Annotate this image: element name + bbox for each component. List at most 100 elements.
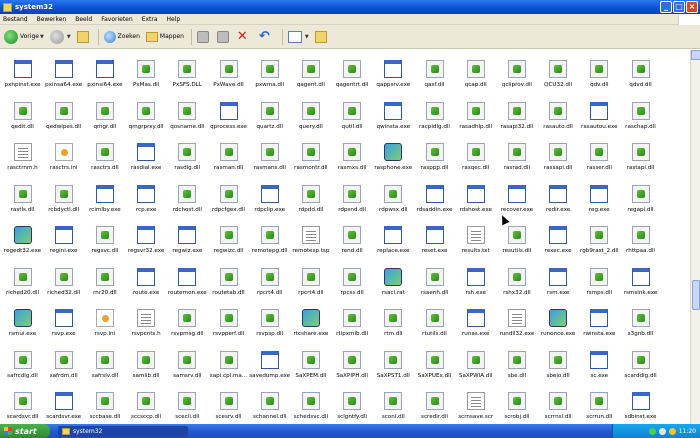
folders-button[interactable]: Mappen [145, 31, 184, 42]
file-item[interactable]: rcbdyctl.dll [43, 175, 84, 213]
file-item[interactable]: scesrv.dll [208, 382, 249, 420]
file-item[interactable]: routetab.dll [208, 258, 249, 296]
file-item[interactable]: sc.exe [579, 341, 620, 379]
file-item[interactable]: schannel.dll [249, 382, 290, 420]
file-item[interactable]: pxwma.dll [249, 50, 290, 88]
file-item[interactable]: rdsaddin.exe [414, 175, 455, 213]
file-item[interactable]: SaXPUEx.dll [414, 341, 455, 379]
file-item[interactable]: schedsvc.dll [290, 382, 331, 420]
folder-options-button[interactable] [314, 30, 329, 43]
file-item[interactable]: qcliprov.dll [496, 50, 537, 88]
file-item[interactable]: PxWave.dll [208, 50, 249, 88]
file-item[interactable]: rshx32.dll [496, 258, 537, 296]
file-item[interactable]: rundll32.exe [496, 299, 537, 337]
file-item[interactable]: reg.exe [579, 175, 620, 213]
file-item[interactable]: regapi.dll [620, 175, 661, 213]
menu-beeld[interactable]: Beeld [75, 16, 92, 23]
file-item[interactable]: rnr20.dll [84, 258, 125, 296]
file-item[interactable]: runas.exe [455, 299, 496, 337]
file-item[interactable]: rhttpaa.dll [620, 216, 661, 254]
file-item[interactable]: qmgr.dll [84, 92, 125, 130]
file-item[interactable]: rtutils.dll [414, 299, 455, 337]
file-item[interactable]: rasppp.dll [414, 133, 455, 171]
menu-bestand[interactable]: Bestand [3, 16, 28, 23]
close-button[interactable]: × [686, 1, 698, 13]
file-item[interactable]: regsvc.dll [84, 216, 125, 254]
copy-to-button[interactable] [216, 30, 231, 43]
file-item[interactable]: rasapi32.dll [496, 92, 537, 130]
file-item[interactable]: rsmui.exe [2, 299, 43, 337]
file-item[interactable]: sconl.dll [373, 382, 414, 420]
file-item[interactable]: sccbase.dll [84, 382, 125, 420]
file-item[interactable]: rasqec.dll [455, 133, 496, 171]
file-item[interactable]: sclgntfy.dll [332, 382, 373, 420]
file-item[interactable]: quartz.dll [249, 92, 290, 130]
file-item[interactable]: rtipxmib.dll [332, 299, 373, 337]
file-item[interactable]: rgb9rast_2.dll [579, 216, 620, 254]
file-item[interactable]: racpldlg.dll [414, 92, 455, 130]
file-item[interactable]: SaXPWIA.dll [455, 341, 496, 379]
file-item[interactable]: PxMas.dll [126, 50, 167, 88]
file-item[interactable]: pxinsi64.exe [84, 50, 125, 88]
menu-bewerken[interactable]: Bewerken [37, 16, 67, 23]
forward-button[interactable]: ▼ [49, 29, 71, 44]
file-item[interactable]: rwinsta.exe [579, 299, 620, 337]
file-item[interactable]: rdpclip.exe [249, 175, 290, 213]
file-item[interactable]: rpcss.dll [332, 258, 373, 296]
file-item[interactable]: redir.exe [538, 175, 579, 213]
file-item[interactable]: rpcrt4.dll [249, 258, 290, 296]
file-item[interactable]: sdbinst.exe [620, 382, 661, 420]
file-item[interactable]: qdvd.dll [620, 50, 661, 88]
file-item[interactable]: s3gnb.dll [620, 299, 661, 337]
file-item[interactable]: QCU32.dll [538, 50, 579, 88]
file-item[interactable]: qwinsta.exe [373, 92, 414, 130]
file-item[interactable]: regini.exe [43, 216, 84, 254]
file-item[interactable]: raschap.dll [620, 92, 661, 130]
file-item[interactable]: routemon.exe [167, 258, 208, 296]
views-button[interactable]: ▼ [287, 30, 309, 43]
file-item[interactable]: qdv.dll [579, 50, 620, 88]
file-item[interactable]: rsmsink.exe [620, 258, 661, 296]
file-item[interactable]: recover.exe [496, 175, 537, 213]
file-item[interactable]: rsvpperf.dll [208, 299, 249, 337]
file-item[interactable]: rsaenh.dll [414, 258, 455, 296]
file-item[interactable]: safrslv.dll [84, 341, 125, 379]
file-item[interactable]: rcp.exe [126, 175, 167, 213]
file-item[interactable]: rasadhlp.dll [455, 92, 496, 130]
back-button[interactable]: Vorige ▼ [4, 29, 44, 44]
file-item[interactable]: qcap.dll [455, 50, 496, 88]
file-item[interactable]: rtm.dll [373, 299, 414, 337]
file-item[interactable]: rasauto.dll [538, 92, 579, 130]
menu-help[interactable]: Help [167, 16, 181, 23]
file-item[interactable]: qedwipes.dll [43, 92, 84, 130]
file-item[interactable]: qagent.dll [290, 50, 331, 88]
file-item[interactable]: results.txt [455, 216, 496, 254]
file-item[interactable]: scardsvr.dll [2, 382, 43, 420]
file-item[interactable]: rasdlg.dll [167, 133, 208, 171]
file-item[interactable]: rsvp.ini [84, 299, 125, 337]
file-item[interactable]: rdpcfgex.dll [208, 175, 249, 213]
file-item[interactable]: rasctrnm.h [2, 133, 43, 171]
file-item[interactable]: rsvpcnts.h [126, 299, 167, 337]
scroll-up-icon[interactable] [691, 50, 700, 60]
file-item[interactable]: rdshost.exe [455, 175, 496, 213]
undo-button[interactable]: ↶ [259, 29, 275, 44]
file-item[interactable]: SaXPEM.dll [290, 341, 331, 379]
minimize-button[interactable]: _ [660, 1, 672, 13]
file-item[interactable]: sapi.cpl.ma... [208, 341, 249, 379]
file-item[interactable]: rdpsnd.dll [332, 175, 373, 213]
file-item[interactable]: rsmps.dll [579, 258, 620, 296]
file-item[interactable]: rasser.dll [579, 133, 620, 171]
file-item[interactable]: scardsvr.exe [43, 382, 84, 420]
scroll-thumb[interactable] [692, 280, 700, 310]
file-item[interactable]: samsrv.dll [167, 341, 208, 379]
file-item[interactable]: qappsrv.exe [373, 50, 414, 88]
file-item[interactable]: rasmans.dll [249, 133, 290, 171]
file-item[interactable]: rasctrs.dll [84, 133, 125, 171]
file-item[interactable]: qagentrt.dll [332, 50, 373, 88]
file-item[interactable]: rsh.exe [455, 258, 496, 296]
file-item[interactable]: PxSFS.DLL [167, 50, 208, 88]
file-item[interactable]: scrobj.dll [496, 382, 537, 420]
file-item[interactable]: rasdial.exe [126, 133, 167, 171]
file-item[interactable]: regedt32.exe [2, 216, 43, 254]
